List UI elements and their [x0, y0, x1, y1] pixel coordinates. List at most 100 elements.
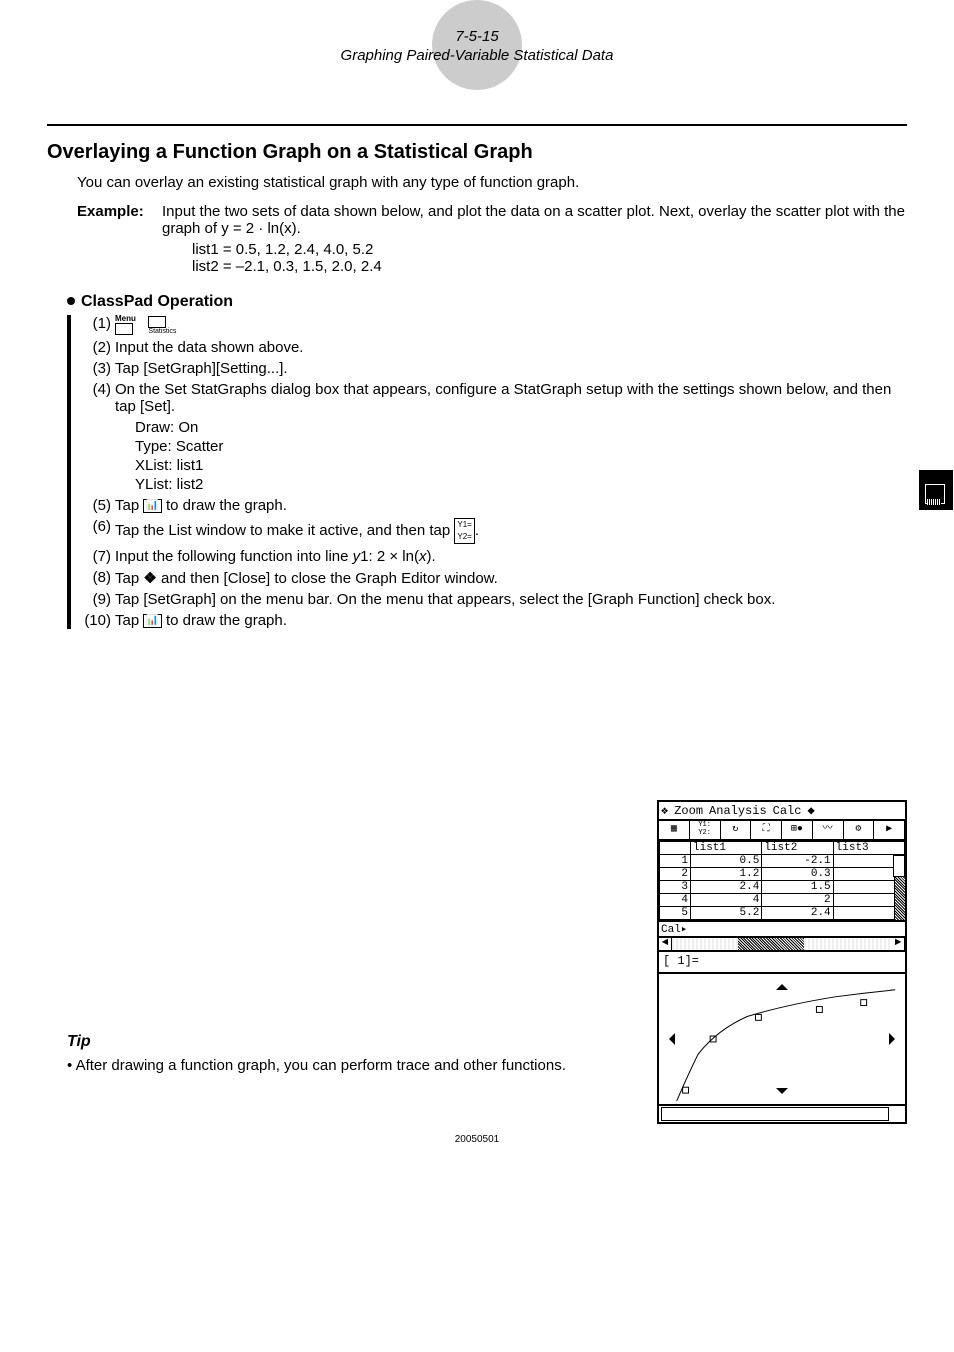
- example-line1: Input the two sets of data shown below, …: [162, 203, 905, 237]
- graph-pan-down-icon: [776, 1088, 788, 1100]
- list1-data: list1 = 0.5, 1.2, 2.4, 4.0, 5.2: [192, 241, 907, 258]
- scatter-point: [683, 1087, 689, 1093]
- col-header-1: list1: [691, 842, 762, 855]
- footer-code: 20050501: [47, 1134, 907, 1145]
- graph-pan-up-icon: [776, 978, 788, 990]
- graph-pan-left-icon: [663, 1033, 675, 1045]
- step-1-body: Menu Statistics: [115, 315, 907, 335]
- menu-icon: Menu: [115, 315, 136, 335]
- step-1: (1) Menu Statistics: [77, 315, 907, 335]
- step-9-body: Tap [SetGraph] on the menu bar. On the m…: [115, 591, 907, 608]
- step-8: (8) Tap ❖ and then [Close] to close the …: [77, 569, 907, 587]
- calc-toolbar: ▦ Y1:Y2: ↻ ⛶ ⊞● 〰 ⚙ ▶: [657, 821, 907, 841]
- scatter-point: [755, 1014, 761, 1020]
- step-9: (9) Tap [SetGraph] on the menu bar. On t…: [77, 591, 907, 608]
- step-3: (3) Tap [SetGraph][Setting...].: [77, 360, 907, 377]
- step-4-body: On the Set StatGraphs dialog box that ap…: [115, 381, 907, 415]
- step-8-body: Tap ❖ and then [Close] to close the Grap…: [115, 569, 907, 587]
- list2-data: list2 = –2.1, 0.3, 1.5, 2.0, 2.4: [192, 258, 907, 275]
- step-2-num: (2): [77, 339, 115, 356]
- step-7-num: (7): [77, 548, 115, 565]
- dropdown-icon: ❖: [143, 570, 156, 587]
- scatter-point: [816, 1007, 822, 1013]
- graph-pan-right-icon: [889, 1033, 901, 1045]
- step-1-num: (1): [77, 315, 115, 335]
- calculator-screenshot: ❖ Zoom Analysis Calc ◆ ▦ Y1:Y2: ↻ ⛶ ⊞● 〰…: [657, 800, 907, 1124]
- calc-data-table: list1 list2 list3 10.5-2.1 21.20.3 32.41…: [659, 841, 905, 920]
- page-number: 7-5-15: [47, 20, 907, 45]
- step-2-body: Input the data shown above.: [115, 339, 907, 356]
- calc-menu-zoom: Zoom: [674, 804, 703, 818]
- hscroll-thumb: [738, 938, 804, 950]
- calc-vscroll-thumb: [893, 855, 905, 877]
- setting-xlist: XList: list1: [135, 457, 907, 474]
- statistics-icon: Statistics: [148, 316, 176, 335]
- calc-menu-calc: Calc: [773, 804, 802, 818]
- step-4: (4) On the Set StatGraphs dialog box tha…: [77, 381, 907, 415]
- step-5: (5) Tap 📊 to draw the graph.: [77, 497, 907, 514]
- step-7-body: Input the following function into line y…: [115, 548, 907, 565]
- step-6-body: Tap the List window to make it active, a…: [115, 518, 907, 544]
- scatter-point: [861, 1000, 867, 1006]
- tb-list-icon: ▦: [659, 821, 690, 839]
- table-row: 10.5-2.1: [660, 855, 905, 868]
- step-7: (7) Input the following function into li…: [77, 548, 907, 565]
- step-5-body: Tap 📊 to draw the graph.: [115, 497, 907, 514]
- table-row: 55.22.4: [660, 907, 905, 920]
- calc-input-line: [ 1]=: [657, 952, 907, 974]
- col-header-3: list3: [833, 842, 904, 855]
- graph-svg: [659, 974, 905, 1104]
- example-block: Example: Input the two sets of data show…: [77, 203, 907, 237]
- table-row: 21.20.3: [660, 868, 905, 881]
- tb-window-icon: ⛶: [751, 821, 782, 839]
- step-9-num: (9): [77, 591, 115, 608]
- y-equals-icon: Y1=Y2=: [454, 518, 474, 544]
- function-curve: [677, 990, 895, 1101]
- calc-hscroll: ◄ ►: [657, 938, 907, 952]
- divider: [47, 124, 907, 126]
- calc-cal-row: Cal▸: [657, 922, 907, 938]
- operation-heading: ClassPad Operation: [67, 293, 907, 311]
- tb-trace-icon: 〰: [813, 821, 844, 839]
- calc-menu-more-icon: ◆: [807, 803, 814, 818]
- step-5-num: (5): [77, 497, 115, 514]
- table-row: 32.41.5: [660, 881, 905, 894]
- tb-refresh-icon: ↻: [721, 821, 752, 839]
- example-label: Example:: [77, 203, 162, 237]
- step-10-num: (10): [77, 612, 115, 629]
- bullet-icon: [67, 297, 75, 305]
- tb-arrow-icon: ▶: [874, 821, 905, 839]
- calc-menubar: ❖ Zoom Analysis Calc ◆: [657, 800, 907, 821]
- step-10-body: Tap 📊 to draw the graph.: [115, 612, 907, 629]
- step-6-num: (6): [77, 518, 115, 544]
- step-2: (2) Input the data shown above.: [77, 339, 907, 356]
- side-tab-icon: [919, 470, 953, 510]
- calc-menu-icon: ❖: [661, 803, 668, 818]
- step-3-body: Tap [SetGraph][Setting...].: [115, 360, 907, 377]
- tb-settings-icon: ⚙: [844, 821, 875, 839]
- table-row: 442: [660, 894, 905, 907]
- intro-text: You can overlay an existing statistical …: [77, 174, 907, 191]
- calc-status-bar: [657, 1106, 907, 1124]
- graph-icon: 📊: [143, 614, 161, 628]
- step-10: (10) Tap 📊 to draw the graph.: [77, 612, 907, 629]
- section-title: Overlaying a Function Graph on a Statist…: [47, 141, 907, 164]
- calc-list-view: list1 list2 list3 10.5-2.1 21.20.3 32.41…: [657, 841, 907, 922]
- graph-icon: 📊: [143, 499, 161, 513]
- col-header-2: list2: [762, 842, 833, 855]
- step-4-settings: Draw: On Type: Scatter XList: list1 YLis…: [135, 419, 907, 493]
- step-8-num: (8): [77, 569, 115, 587]
- hscroll-left-icon: ◄: [659, 938, 672, 950]
- setting-ylist: YList: list2: [135, 476, 907, 493]
- steps-block: (1) Menu Statistics (2) Input the data s…: [67, 315, 907, 629]
- page-subtitle: Graphing Paired-Variable Statistical Dat…: [47, 47, 907, 64]
- calc-menu-analysis: Analysis: [709, 804, 767, 818]
- page-number-badge: [432, 0, 522, 90]
- example-body: Input the two sets of data shown below, …: [162, 203, 907, 237]
- calc-status-box: [661, 1107, 889, 1121]
- tb-zoom-icon: ⊞●: [782, 821, 813, 839]
- hscroll-track: [672, 938, 892, 950]
- step-3-num: (3): [77, 360, 115, 377]
- tb-yequals-icon: Y1:Y2:: [690, 821, 721, 839]
- calc-graph-panel: [657, 974, 907, 1106]
